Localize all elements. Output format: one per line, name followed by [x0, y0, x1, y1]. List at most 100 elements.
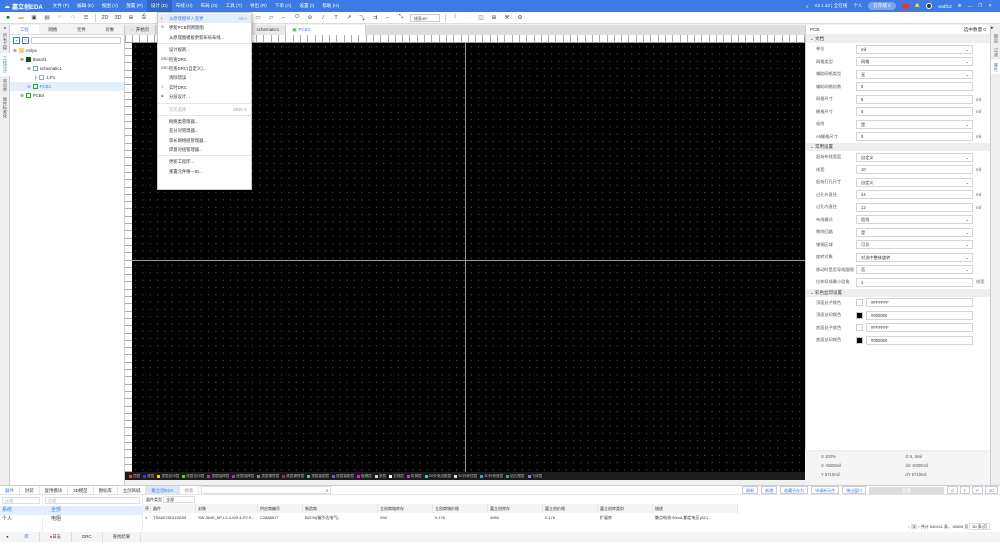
design-menu-item[interactable]: ⟳ 更新PCB到原理图 — [158, 23, 251, 32]
angle-select[interactable]: 线条45° — [410, 13, 440, 22]
library-tab-4[interactable]: 图标库 — [94, 485, 118, 495]
page-number[interactable]: 1 — [910, 524, 918, 529]
color-swatch[interactable] — [856, 336, 863, 344]
menu-11[interactable]: 帮助 (H) — [318, 0, 343, 12]
dimension-icon[interactable]: ↗ — [345, 14, 353, 22]
right-tab-0[interactable]: 图层 — [991, 31, 1000, 45]
trace-icon[interactable]: ⌐ — [384, 14, 392, 22]
property-select[interactable]: 否 ⌄ — [856, 265, 973, 275]
diff-pair-icon[interactable]: ⇉ — [371, 14, 379, 22]
language-flag-icon[interactable] — [901, 3, 909, 9]
color-swatch[interactable] — [856, 299, 863, 307]
column-header[interactable]: 嘉立创库存 — [488, 504, 543, 513]
property-select[interactable]: 无 ⌄ — [856, 69, 973, 79]
no-icon[interactable]: ⊘ — [306, 14, 314, 22]
property-input[interactable]: #000000 — [866, 335, 973, 345]
menu-9[interactable]: 下单 (A) — [271, 0, 296, 12]
section-header[interactable]: ⌄ 文档 — [806, 35, 990, 43]
lib-personal[interactable]: 个人 — [0, 515, 42, 524]
table-cell[interactable]: 0.176 — [433, 513, 488, 522]
layer-tab[interactable]: 机械层 — [406, 474, 422, 479]
layer-tab[interactable]: 飞线层 — [527, 474, 542, 479]
tab-start-page[interactable]: ⌂ 开始页 — [125, 25, 157, 35]
tab-drc[interactable]: DRC — [72, 532, 103, 542]
table-cell[interactable]: 1 — [143, 513, 151, 522]
column-header[interactable]: 描述 — [653, 504, 738, 513]
close-icon[interactable]: ✕ — [988, 3, 992, 9]
per-page-select[interactable]: 50 条/页 — [969, 523, 990, 530]
design-menu-item[interactable]: 等长网络组管理器... — [158, 136, 251, 145]
category-resistor[interactable]: 电阻 — [43, 515, 142, 524]
right-tab-1[interactable]: 过滤 — [991, 45, 1000, 59]
menu-1[interactable]: 编辑 (E) — [73, 0, 98, 12]
property-select[interactable]: 是 ⌄ — [856, 227, 973, 237]
mode-select[interactable]: 个人 — [853, 3, 862, 9]
type-select[interactable]: 全部 — [163, 496, 196, 503]
property-input[interactable]: 5 — [856, 94, 973, 104]
design-menu-item[interactable]: 交叉选择 Shift+X — [158, 105, 251, 114]
property-select[interactable]: 自定义 ⌄ — [856, 177, 973, 187]
property-select[interactable]: mil ⌄ — [856, 44, 973, 54]
view-button-p[interactable]: P — [972, 486, 983, 494]
layer-tab[interactable]: 板框层 — [357, 474, 372, 479]
avatar[interactable] — [926, 3, 933, 9]
design-menu-item[interactable]: 网络类管理器... — [158, 117, 251, 126]
panel-tab-2[interactable]: 元件 — [67, 25, 96, 34]
collapse-icon[interactable]: ◂ — [0, 534, 14, 540]
print-icon[interactable]: ⎙ — [140, 14, 148, 22]
panel-tab-0[interactable]: 工程 — [10, 25, 39, 34]
layer-tab[interactable]: 钻孔图层 — [506, 474, 525, 479]
layer-align-icon[interactable]: ⫴ — [451, 14, 459, 22]
menu-10[interactable]: 设置 (I) — [295, 0, 318, 12]
table-cell[interactable]: 298 — [378, 513, 433, 522]
view-button-s[interactable]: S — [947, 486, 958, 494]
expand-icon[interactable]: ⊖ — [13, 46, 17, 55]
section-header[interactable]: ⌄ 彩色丝印设置 — [806, 288, 990, 297]
tree-item[interactable]: ├ 1.P1 — [10, 73, 124, 82]
property-input[interactable]: #FFFFFF — [866, 298, 973, 308]
tab-pcb1[interactable]: ▣ PCB1 — [286, 25, 367, 35]
design-menu-item[interactable]: DRC 检查DRC — [158, 55, 251, 64]
property-select[interactable]: 网格 ⌄ — [856, 57, 973, 67]
username[interactable]: vedf13 — [938, 4, 952, 9]
stretch-icon[interactable]: ⤡ — [397, 14, 405, 22]
library-tab-1[interactable]: 封装 — [20, 485, 40, 495]
left-tab-0[interactable]: 所有工程 — [0, 30, 10, 53]
panel-tab-1[interactable]: 网络 — [39, 25, 68, 34]
board-icon[interactable]: ⊞ — [127, 14, 135, 22]
column-header[interactable]: 嘉立创库类别 — [598, 504, 653, 513]
ellipse-icon[interactable]: ⬭ — [293, 14, 301, 22]
library-button-0[interactable]: 刷新 — [742, 486, 759, 494]
tree-item[interactable]: ⊖ Board1 — [10, 55, 124, 64]
column-header[interactable]: 制造商 — [303, 504, 378, 513]
tree-item[interactable]: ⊖ PCB4 — [10, 91, 124, 100]
property-input[interactable]: 10 — [856, 165, 973, 175]
left-tab-3[interactable]: 器件标准化 — [0, 94, 10, 121]
property-select[interactable]: 对选中整体旋转 ⌄ — [856, 252, 973, 262]
color-swatch[interactable] — [856, 311, 863, 319]
property-input[interactable]: 5 — [856, 132, 973, 142]
column-header[interactable]: 立创商城库存 — [378, 504, 433, 513]
board-view-icon[interactable]: ◫ — [477, 14, 485, 22]
design-menu-item[interactable]: 从原理图模板更新布局布线... — [158, 33, 251, 42]
expand-icon[interactable]: ⊖ — [27, 64, 31, 73]
grid-icon[interactable]: ⊞ — [490, 14, 498, 22]
new-icon[interactable]: ■ — [4, 14, 12, 22]
menu-4[interactable]: 设计 (D) — [146, 0, 172, 12]
library-button-3[interactable]: 申请新元件 — [811, 486, 840, 494]
property-select[interactable]: 是 ⌄ — [856, 119, 973, 129]
prev-page-button[interactable]: ‹ — [908, 524, 909, 529]
library-button-1[interactable]: 新增 — [761, 486, 778, 494]
expand-icon[interactable]: ⊖ — [27, 82, 31, 91]
property-input[interactable]: #FFFFFF — [866, 323, 973, 333]
save-all-icon[interactable]: ▤ — [43, 14, 51, 22]
property-input[interactable]: 24 — [856, 190, 973, 200]
design-menu-item[interactable]: DRC 检查DRC(自定义)... — [158, 64, 251, 73]
property-input[interactable]: 12 — [856, 202, 973, 212]
section-header[interactable]: ⌄ 常用设置 — [806, 143, 990, 151]
layer-tab[interactable]: 3D外壳边框层 — [424, 474, 451, 479]
menu-8[interactable]: 导出 (R) — [246, 0, 271, 12]
column-header[interactable]: 供应商编号 — [258, 504, 303, 513]
cloud-storage-button[interactable]: 云存储 0 — [868, 2, 896, 10]
menu-2[interactable]: 视图 (V) — [98, 0, 123, 12]
